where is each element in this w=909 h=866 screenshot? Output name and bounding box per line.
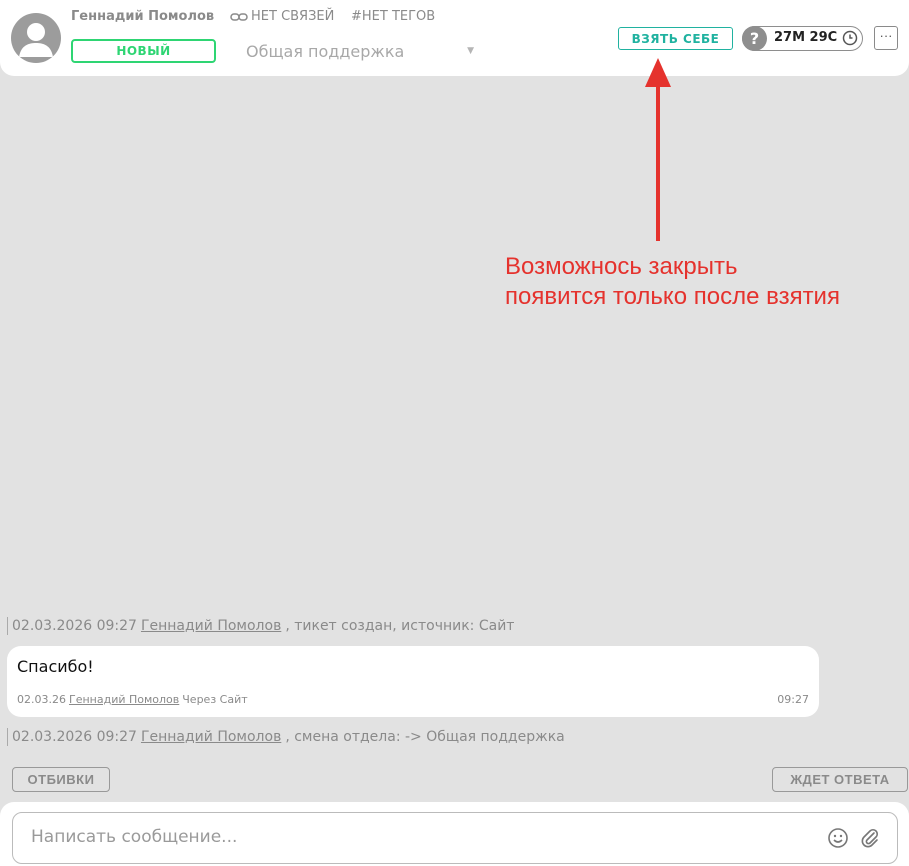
otbivki-button[interactable]: ОТБИВКИ [12,767,110,792]
event-text: , смена отдела: -> Общая поддержка [285,729,565,745]
ticket-header: Геннадий Помолов НЕТ СВЯЗЕЙ #НЕТ ТЕГОВ Н… [0,0,909,76]
department-select[interactable]: Общая поддержка ▼ [246,40,476,62]
tags-indicator[interactable]: #НЕТ ТЕГОВ [351,9,435,24]
department-value: Общая поддержка [246,41,405,61]
message-bubble: Спасибо! 02.03.26 Геннадий Помолов Через… [7,646,819,717]
more-options-button[interactable]: ··· [874,26,898,50]
event-line: 02.03.2026 09:27 Геннадий Помолов , тике… [7,617,514,635]
annotation-note: Возможнось закрыть появится только после… [505,252,840,312]
attach-icon[interactable] [859,827,881,849]
take-ticket-button[interactable]: ВЗЯТЬ СЕБЕ [618,27,733,50]
composer-area [0,802,909,866]
event-datetime: 02.03.2026 09:27 [12,618,137,634]
message-input[interactable] [31,827,811,847]
event-user-link[interactable]: Геннадий Помолов [141,618,281,634]
user-avatar-icon[interactable] [11,13,61,63]
user-name[interactable]: Геннадий Помолов [71,9,214,24]
timer-value: 27М 29С [774,30,838,45]
event-text: , тикет создан, источник: Сайт [285,618,515,634]
clock-icon [842,30,858,46]
message-meta: 02.03.26 Геннадий Помолов Через Сайт [17,693,248,706]
link-icon [230,12,248,21]
message-text: Спасибо! [17,657,94,676]
message-author-link[interactable]: Геннадий Помолов [69,693,179,706]
annotation-line-2: появится только после взятия [505,283,840,310]
status-badge[interactable]: НОВЫЙ [71,39,216,63]
event-datetime: 02.03.2026 09:27 [12,729,137,745]
links-label: НЕТ СВЯЗЕЙ [251,9,335,24]
help-icon[interactable]: ? [742,26,767,51]
event-line: 02.03.2026 09:27 Геннадий Помолов , смен… [7,728,565,746]
message-source: Через Сайт [182,693,248,706]
annotation-arrow [645,58,671,241]
message-time: 09:27 [777,693,809,706]
waiting-reply-button[interactable]: ЖДЕТ ОТВЕТА [772,767,908,792]
event-user-link[interactable]: Геннадий Помолов [141,729,281,745]
emoji-icon[interactable] [827,827,849,849]
timer-badge: ? 27М 29С [742,26,863,51]
composer-box [12,812,898,864]
annotation-line-1: Возможнось закрыть [505,253,738,280]
chevron-down-icon: ▼ [467,46,474,56]
message-date: 02.03.26 [17,693,66,706]
links-indicator[interactable]: НЕТ СВЯЗЕЙ [230,9,334,24]
